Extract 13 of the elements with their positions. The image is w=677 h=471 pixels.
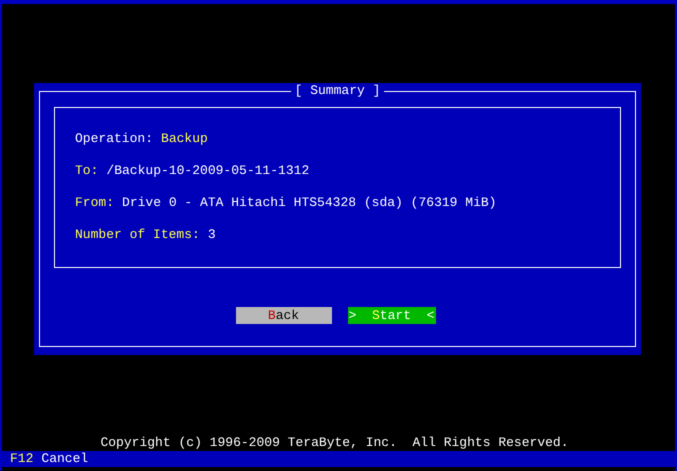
field-value: /Backup-10-2009-05-11-1312 (106, 163, 310, 179)
field-label: To: (75, 163, 98, 179)
shortcut-label: Cancel (41, 451, 88, 467)
field-value: Drive 0 - ATA Hitachi HTS54328 (sda) (76319 MiB) (122, 195, 496, 211)
field-label: From: (75, 195, 114, 211)
copyright-text: Copyright (c) 1996-2009 TeraByte, Inc. All Rights Reserved. (100, 435, 569, 451)
dialog-title: [ Summary ] (290, 83, 384, 99)
field-label: Number of Items: (75, 227, 200, 243)
field-value: 3 (208, 227, 216, 243)
field-value: Backup (161, 131, 208, 147)
shortcut-key: F12 (10, 451, 34, 467)
back-button[interactable]: Back (236, 307, 332, 324)
field-label: Operation: (75, 131, 154, 147)
